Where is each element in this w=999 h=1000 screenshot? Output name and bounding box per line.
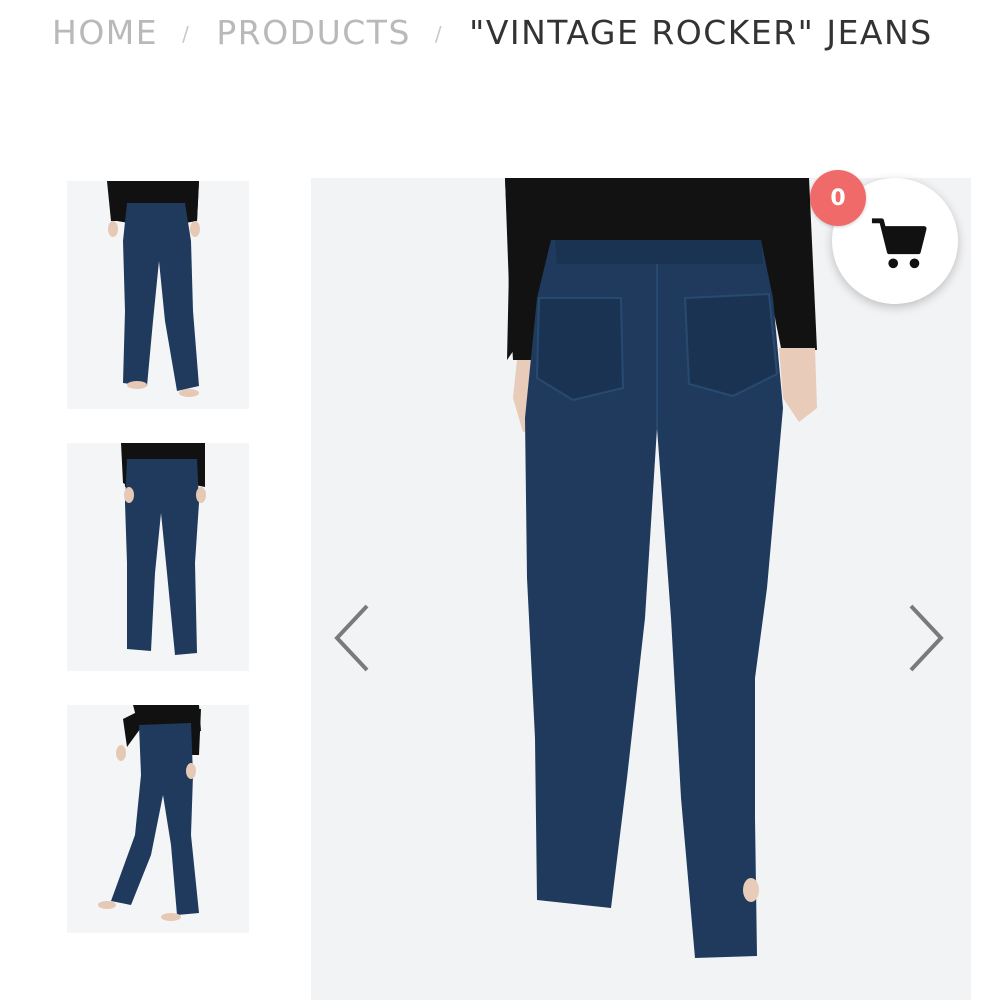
cart-count-badge: 0: [810, 170, 866, 226]
product-photo-back-view: [311, 178, 971, 1000]
breadcrumb-separator: /: [182, 22, 191, 46]
breadcrumb-products-link[interactable]: PRODUCTS: [216, 13, 411, 52]
breadcrumb-home-link[interactable]: HOME: [52, 13, 158, 52]
shopping-cart-icon: [871, 218, 927, 269]
breadcrumb-separator: /: [434, 22, 444, 46]
product-thumbnail-front[interactable]: [67, 181, 249, 409]
product-main-image: [311, 178, 971, 1000]
product-thumbnail-side[interactable]: [67, 705, 249, 933]
chevron-right-icon: [909, 604, 944, 672]
breadcrumb-current-product: "VINTAGE ROCKER" JEANS: [469, 12, 933, 52]
thumbnail-image: [67, 443, 249, 671]
next-image-button[interactable]: [899, 598, 947, 678]
breadcrumb: HOME / PRODUCTS / "VINTAGE ROCKER" JEANS: [52, 8, 959, 56]
product-thumbnail-back[interactable]: [67, 443, 249, 671]
chevron-left-icon: [334, 604, 369, 672]
previous-image-button[interactable]: [331, 598, 379, 678]
thumbnail-image: [67, 705, 249, 933]
thumbnail-image: [67, 181, 249, 409]
